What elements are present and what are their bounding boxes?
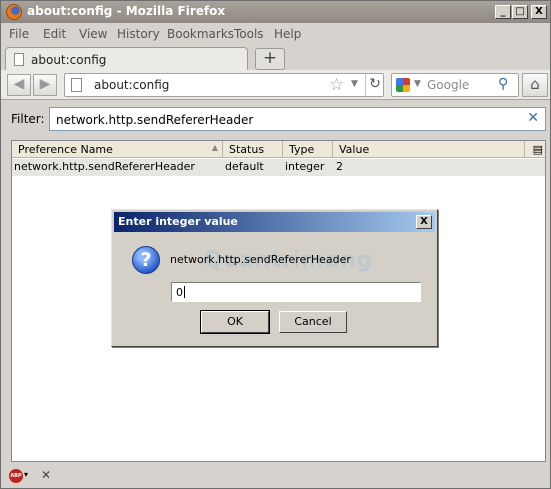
forward-arrow-icon: ▶: [39, 76, 51, 92]
column-header-preference-name[interactable]: Preference Name ▲: [12, 141, 223, 158]
search-icon[interactable]: ⚲: [498, 76, 508, 92]
search-bar[interactable]: ▼ Google ⚲: [391, 73, 519, 97]
column-header-type[interactable]: Type: [283, 141, 333, 158]
dialog-title: Enter integer value: [118, 215, 238, 228]
adblock-plus-icon[interactable]: ABP: [9, 469, 23, 483]
menu-edit[interactable]: Edit: [43, 27, 66, 41]
dialog-title-bar: Enter integer value X: [114, 212, 435, 232]
filter-input[interactable]: network.http.sendRefererHeader ✕: [49, 107, 546, 131]
text-caret: [184, 286, 185, 298]
status-bar: ABP ▾ ✕: [1, 463, 550, 488]
column-label: Preference Name: [18, 143, 113, 156]
page-icon: [71, 78, 82, 92]
reload-icon[interactable]: ↻: [365, 74, 384, 96]
tab-about-config[interactable]: about:config: [5, 47, 248, 72]
forward-button[interactable]: ▶: [33, 74, 57, 96]
url-bar[interactable]: about:config ☆ ▼ ↻: [64, 73, 384, 97]
column-picker-icon[interactable]: ▤: [533, 143, 543, 156]
close-window-button[interactable]: X: [531, 5, 547, 19]
integer-value-text[interactable]: 0: [176, 286, 185, 299]
tab-label: about:config: [31, 53, 107, 67]
back-arrow-icon: ◀: [13, 76, 25, 92]
home-icon: ⌂: [530, 75, 540, 93]
dialog-close-button[interactable]: X: [416, 215, 432, 229]
url-dropdown-icon[interactable]: ▼: [351, 79, 358, 89]
search-placeholder[interactable]: Google: [427, 78, 469, 92]
menu-bar: File Edit View History Bookmarks Tools H…: [1, 23, 550, 45]
integer-value-dialog: Enter integer value X Quantrimang ? netw…: [111, 209, 438, 347]
menu-help[interactable]: Help: [274, 27, 301, 41]
pref-name-cell: network.http.sendRefererHeader: [14, 160, 195, 173]
column-header-value[interactable]: Value: [333, 141, 525, 158]
clear-filter-icon[interactable]: ✕: [527, 110, 539, 126]
table-row[interactable]: network.http.sendRefererHeader default i…: [12, 159, 545, 176]
search-engine-dropdown-icon[interactable]: ▼: [414, 79, 421, 89]
home-button[interactable]: ⌂: [522, 73, 548, 97]
firefox-icon: [6, 4, 22, 20]
menu-tools[interactable]: Tools: [234, 27, 264, 41]
maximize-button[interactable]: □: [512, 5, 528, 19]
question-icon: ?: [132, 246, 160, 274]
url-text[interactable]: about:config: [94, 78, 169, 92]
cancel-button[interactable]: Cancel: [279, 311, 347, 333]
pref-status-cell: default: [225, 160, 264, 173]
menu-file[interactable]: File: [9, 27, 29, 41]
navigation-bar: ◀ ▶ about:config ☆ ▼ ↻ ▼ Google ⚲ ⌂: [1, 70, 550, 100]
google-icon[interactable]: [396, 78, 410, 92]
column-header-status[interactable]: Status: [223, 141, 283, 158]
close-addon-bar-icon[interactable]: ✕: [41, 468, 51, 482]
bookmark-star-icon[interactable]: ☆: [329, 75, 344, 95]
new-tab-button[interactable]: +: [255, 48, 285, 70]
filter-value[interactable]: network.http.sendRefererHeader: [56, 113, 253, 127]
integer-value-input[interactable]: 0: [171, 282, 421, 302]
minimize-button[interactable]: _: [495, 5, 511, 19]
pref-type-cell: integer: [285, 160, 325, 173]
menu-bookmarks[interactable]: Bookmarks: [167, 27, 234, 41]
dialog-message: network.http.sendRefererHeader: [170, 253, 351, 266]
filter-label: Filter:: [11, 112, 45, 126]
table-header: Preference Name ▲ Status Type Value ▤: [12, 141, 545, 158]
title-bar: about:config - Mozilla Firefox _ □ X: [1, 1, 550, 23]
sort-arrow-icon: ▲: [211, 143, 218, 152]
back-button[interactable]: ◀: [7, 74, 31, 96]
ok-button[interactable]: OK: [200, 310, 270, 334]
menu-history[interactable]: History: [117, 27, 160, 41]
window-title: about:config - Mozilla Firefox: [27, 4, 226, 18]
adblock-dropdown-icon[interactable]: ▾: [24, 470, 28, 479]
firefox-window: about:config - Mozilla Firefox _ □ X Fil…: [0, 0, 551, 489]
page-icon: [14, 53, 24, 66]
menu-view[interactable]: View: [79, 27, 107, 41]
pref-value-cell: 2: [336, 160, 343, 173]
tab-strip: about:config +: [1, 45, 550, 72]
input-value: 0: [176, 286, 183, 299]
